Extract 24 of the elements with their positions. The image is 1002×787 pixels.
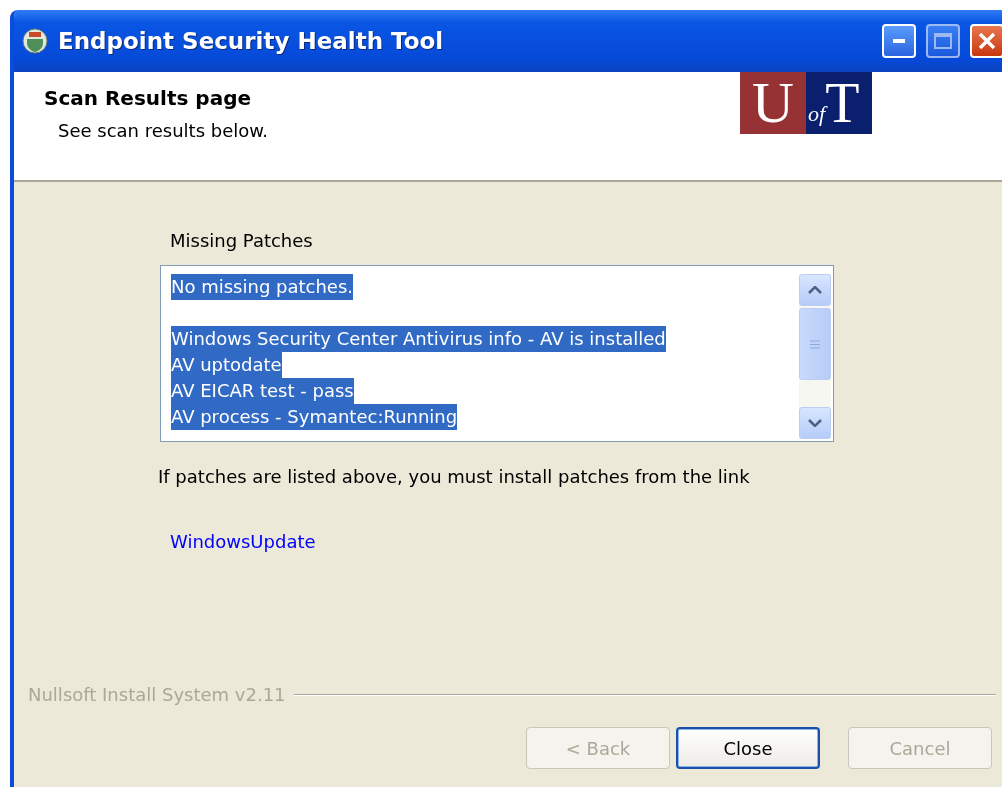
- page-subtitle: See scan results below.: [57, 120, 269, 141]
- shield-globe-icon: [22, 28, 48, 54]
- scroll-thumb[interactable]: [799, 308, 831, 380]
- dialog-button[interactable]: Close: [676, 727, 820, 769]
- window-title: Endpoint Security Health Tool: [58, 28, 445, 54]
- caret-down-icon: [808, 419, 822, 427]
- scroll-down-button[interactable]: [799, 407, 831, 439]
- close-icon: [978, 32, 996, 50]
- page-title: Scan Results page: [44, 86, 253, 110]
- windows-update-link[interactable]: WindowsUpdate: [170, 531, 316, 552]
- list-label: Missing Patches: [169, 230, 314, 251]
- minimize-button[interactable]: [882, 24, 916, 58]
- instruction-text: If patches are listed above, you must install patches from the link: [158, 466, 751, 487]
- maximize-button[interactable]: [926, 24, 960, 58]
- branding-text: Nullsoft Install System v2.11: [28, 684, 286, 705]
- close-button[interactable]: [970, 24, 1002, 58]
- grip-icon: [810, 339, 820, 349]
- scrollbar[interactable]: [799, 274, 831, 439]
- results-list[interactable]: No missing patches. Windows Security Center Antivirus info - AV is installed AV uptodate AV EICAR test - pass AV process - Symantec:Running: [160, 265, 834, 442]
- minimize-icon: [893, 39, 905, 43]
- caret-up-icon: [808, 286, 822, 294]
- scroll-up-button[interactable]: [799, 274, 831, 306]
- logo: U ofT: [740, 72, 872, 134]
- maximize-icon: [934, 33, 952, 49]
